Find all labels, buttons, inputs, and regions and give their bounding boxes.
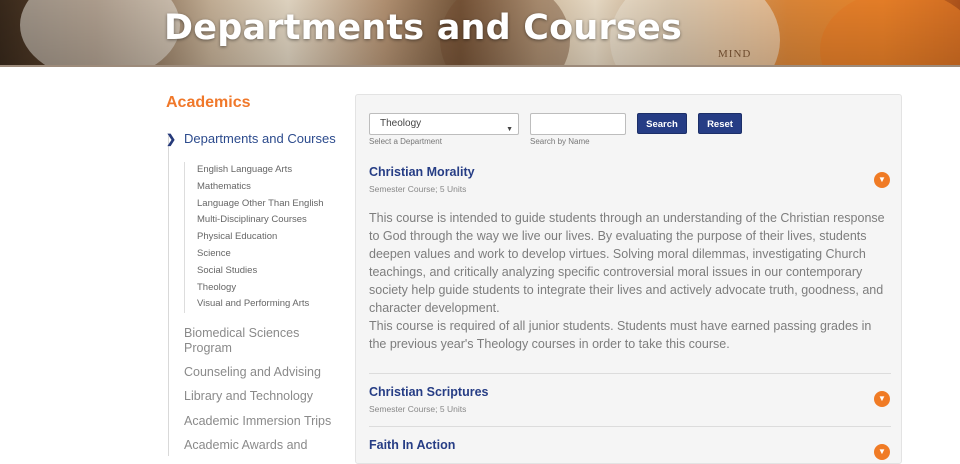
name-search-input[interactable] xyxy=(530,113,626,135)
department-select-value: Theology xyxy=(380,118,422,129)
chevron-right-icon: ❯ xyxy=(166,131,177,146)
sidebar-item-counseling[interactable]: Counseling and Advising xyxy=(184,365,321,380)
sidebar-subnav: English Language Arts Mathematics Langua… xyxy=(184,162,324,314)
subnav-item-physical-education[interactable]: Physical Education xyxy=(197,229,324,246)
page-title: Departments and Courses xyxy=(164,8,683,48)
courses-panel: Theology ▼ Select a Department Search by… xyxy=(355,94,902,464)
sidebar-item-biomedical[interactable]: Biomedical Sciences Program xyxy=(184,326,314,356)
sidebar-item-immersion-trips[interactable]: Academic Immersion Trips xyxy=(184,414,331,429)
search-button[interactable]: Search xyxy=(637,113,687,134)
name-search-hint: Search by Name xyxy=(530,137,590,146)
subnav-item-lote[interactable]: Language Other Than English xyxy=(197,196,324,213)
caret-down-icon: ▼ xyxy=(506,126,513,133)
subnav-item-visual-performing-arts[interactable]: Visual and Performing Arts xyxy=(197,296,324,313)
department-hint: Select a Department xyxy=(369,137,442,146)
subnav-item-science[interactable]: Science xyxy=(197,246,324,263)
expand-circle-icon[interactable]: ▼ xyxy=(874,444,890,460)
sidebar-item-departments-and-courses[interactable]: ❯ Departments and Courses xyxy=(166,131,336,146)
sidebar-rule xyxy=(168,136,169,456)
sidebar-item-library[interactable]: Library and Technology xyxy=(184,389,313,404)
subnav-item-mathematics[interactable]: Mathematics xyxy=(197,179,324,196)
sidebar-title[interactable]: Academics xyxy=(166,94,346,112)
course-description: This course is intended to guide student… xyxy=(369,211,885,315)
shirt-logo: MIND xyxy=(718,48,752,60)
hero-banner: Departments and Courses MIND xyxy=(0,0,960,67)
course-meta: Semester Course; 5 Units xyxy=(369,404,467,414)
subnav-item-social-studies[interactable]: Social Studies xyxy=(197,263,324,280)
sidebar-item-academic-awards[interactable]: Academic Awards and xyxy=(184,438,307,453)
reset-button[interactable]: Reset xyxy=(698,113,742,134)
course-divider xyxy=(369,373,891,374)
course-divider xyxy=(369,426,891,427)
subnav-item-theology[interactable]: Theology xyxy=(197,280,324,297)
course-requirement: This course is required of all junior st… xyxy=(369,319,872,351)
course-title[interactable]: Christian Morality xyxy=(369,165,475,179)
expand-circle-icon[interactable]: ▼ xyxy=(874,391,890,407)
expand-circle-icon[interactable]: ▼ xyxy=(874,172,890,188)
subnav-item-multidisciplinary[interactable]: Multi-Disciplinary Courses xyxy=(197,212,324,229)
hero-divider xyxy=(0,65,960,67)
department-select[interactable]: Theology ▼ xyxy=(369,113,519,135)
sidebar-nav: Academics ❯ Departments and Courses Engl… xyxy=(166,94,346,456)
subnav-item-english[interactable]: English Language Arts xyxy=(197,162,324,179)
sidebar-item-label: Departments and Courses xyxy=(184,131,336,146)
course-title[interactable]: Christian Scriptures xyxy=(369,385,488,399)
course-meta: Semester Course; 5 Units xyxy=(369,184,467,194)
